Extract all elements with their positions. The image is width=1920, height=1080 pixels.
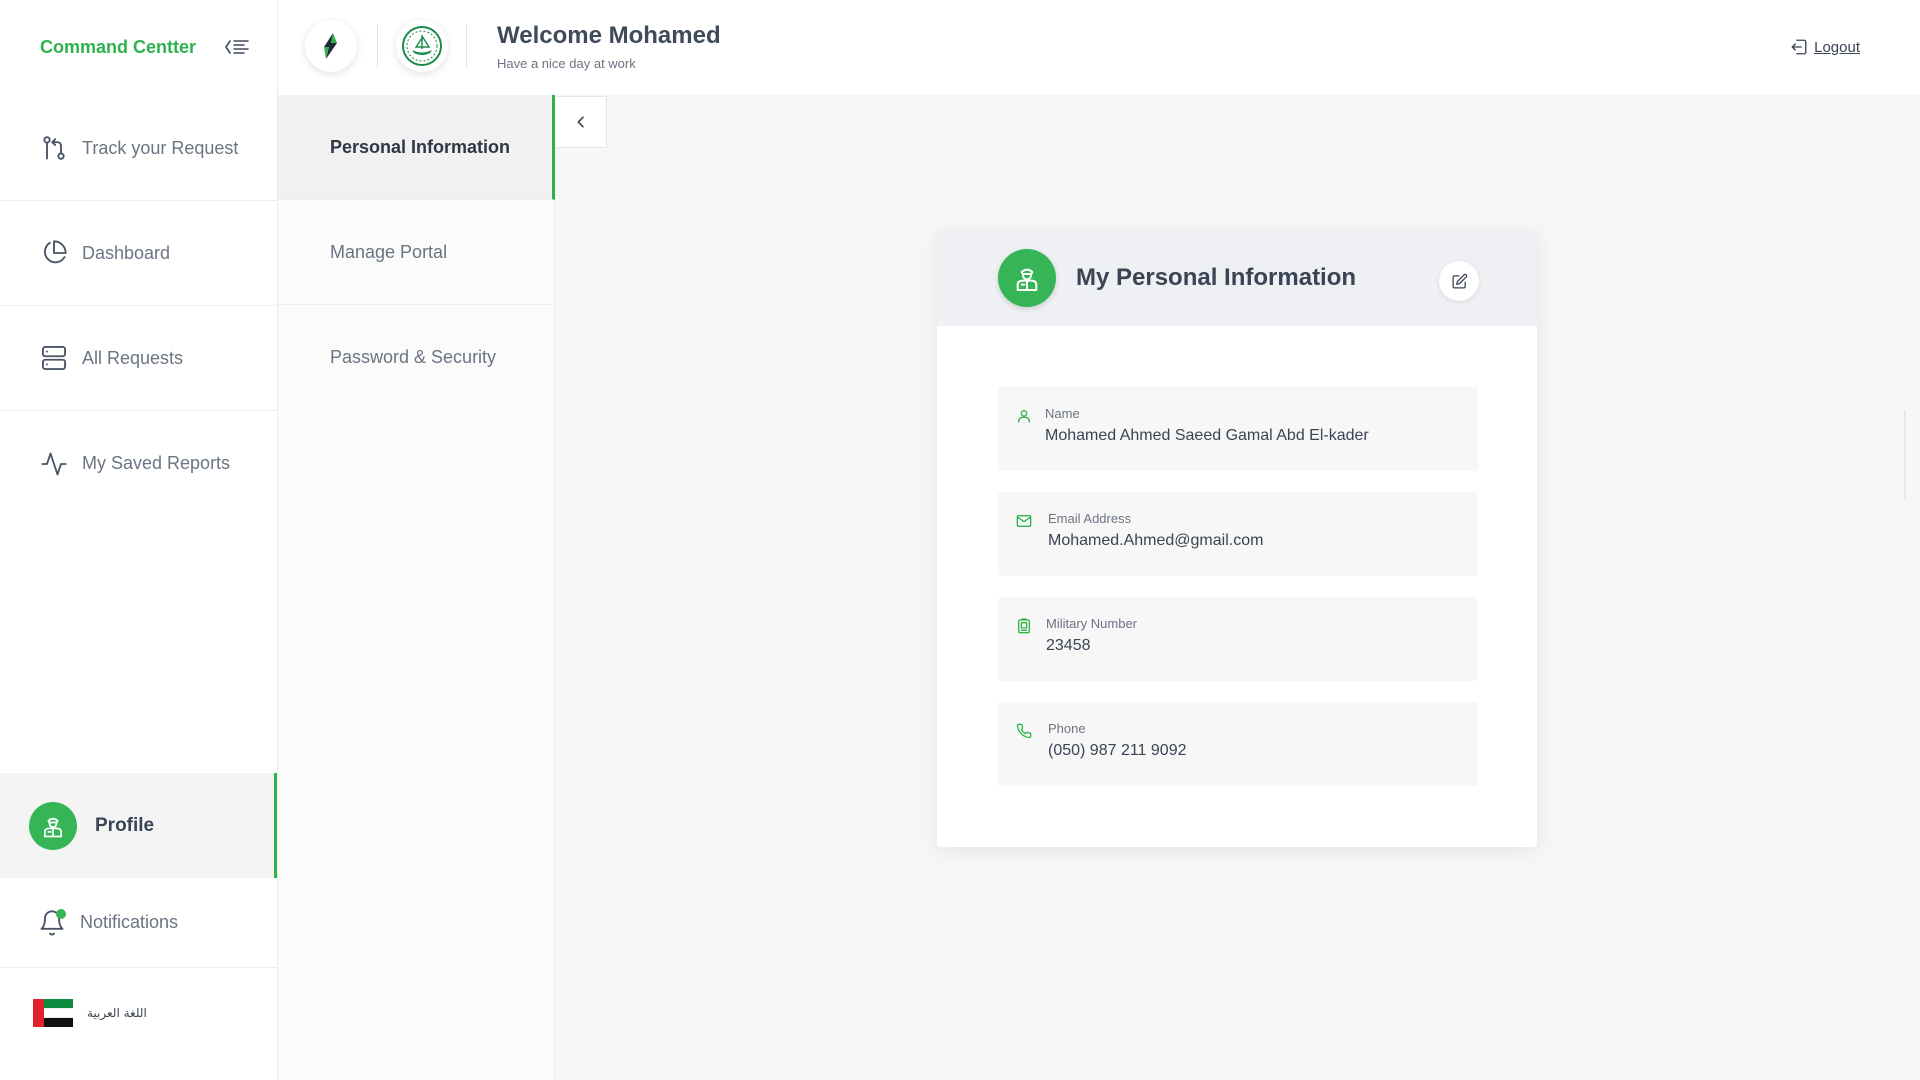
logout-button[interactable]: Logout: [1790, 38, 1860, 56]
sidebar-item-label: Track your Request: [82, 137, 239, 158]
user-icon: [1016, 408, 1032, 424]
tab-manage-portal[interactable]: Manage Portal: [278, 200, 555, 305]
welcome-block: Welcome Mohamed Have a nice day at work: [497, 22, 721, 71]
pie-chart-icon: [40, 239, 68, 267]
top-header: Welcome Mohamed Have a nice day at work …: [278, 0, 1920, 95]
collapse-submenu-button[interactable]: [555, 96, 607, 148]
language-label: اللغة العربية: [87, 1006, 147, 1020]
logout-label: Logout: [1814, 38, 1860, 56]
field-phone: Phone (050) 987 211 9092: [998, 702, 1478, 786]
field-label: Email Address: [1048, 511, 1132, 526]
sidebar-item-dashboard[interactable]: Dashboard: [0, 201, 277, 306]
brand: Command Centter: [40, 36, 250, 58]
police-emblem-icon: [402, 26, 442, 66]
sidebar-item-profile[interactable]: Profile: [0, 773, 277, 878]
phone-icon: [1016, 723, 1032, 739]
sidebar-item-notifications[interactable]: Notifications: [0, 878, 277, 968]
sidebar-item-track-request[interactable]: Track your Request: [0, 96, 277, 201]
edit-button[interactable]: [1439, 261, 1479, 301]
brand-logo: [305, 20, 357, 72]
field-label: Military Number: [1046, 616, 1138, 631]
sidebar-item-label: Dashboard: [82, 242, 171, 263]
language-switcher[interactable]: اللغة العربية: [0, 968, 277, 1058]
emblem-logo: [396, 20, 448, 72]
activity-icon: [40, 450, 68, 478]
card-title: My Personal Information: [1076, 264, 1357, 291]
field-value: Mohamed Ahmed Saeed Gamal Abd El-kader: [1045, 427, 1369, 444]
header-divider: [466, 24, 467, 68]
scrollbar[interactable]: [1904, 410, 1906, 500]
field-email: Email Address Mohamed.Ahmed@gmail.com: [998, 492, 1478, 576]
id-badge-icon: [1016, 618, 1032, 634]
sidebar-item-label: Profile: [95, 814, 155, 836]
chevron-left-icon: [573, 114, 589, 130]
sidebar-item-label: Notifications: [80, 912, 179, 932]
field-label: Phone: [1048, 721, 1086, 736]
welcome-title: Welcome Mohamed: [497, 22, 721, 49]
field-value: (050) 987 211 9092: [1048, 742, 1187, 759]
profile-submenu: Personal Information Manage Portal Passw…: [278, 95, 555, 1080]
avatar: [29, 801, 77, 850]
app-title: Command Centter: [40, 36, 197, 57]
sidebar-item-all-requests[interactable]: All Requests: [0, 306, 277, 411]
tab-personal-information[interactable]: Personal Information: [278, 95, 555, 200]
avatar: [998, 249, 1056, 307]
welcome-subtitle: Have a nice day at work: [497, 56, 636, 71]
main-sidebar: Command Centter Track your Request Dashb…: [0, 0, 278, 1080]
field-value: Mohamed.Ahmed@gmail.com: [1048, 532, 1264, 549]
tab-password-security[interactable]: Password & Security: [278, 305, 555, 410]
header-divider: [377, 24, 378, 68]
notification-dot: [56, 908, 66, 919]
field-name: Name Mohamed Ahmed Saeed Gamal Abd El-ka…: [998, 387, 1478, 471]
edit-icon: [1451, 273, 1468, 290]
personal-info-card: My Personal Information Name Mohamed Ahm…: [937, 230, 1537, 847]
field-label: Name: [1045, 406, 1080, 421]
mail-icon: [1016, 513, 1032, 529]
collapse-menu-icon[interactable]: [224, 38, 250, 56]
field-value: 23458: [1046, 637, 1091, 654]
bell-icon: [38, 908, 66, 937]
server-icon: [40, 344, 68, 372]
logout-icon: [1790, 38, 1808, 56]
uae-flag-icon: [33, 999, 73, 1028]
card-header: My Personal Information: [937, 230, 1537, 326]
sidebar-item-saved-reports[interactable]: My Saved Reports: [0, 411, 277, 516]
falcon-logo-icon: [324, 33, 337, 59]
sidebar-item-label: My Saved Reports: [82, 453, 231, 473]
sidebar-item-label: All Requests: [82, 347, 184, 368]
field-military-number: Military Number 23458: [998, 597, 1478, 681]
git-pull-request-icon: [40, 134, 68, 162]
